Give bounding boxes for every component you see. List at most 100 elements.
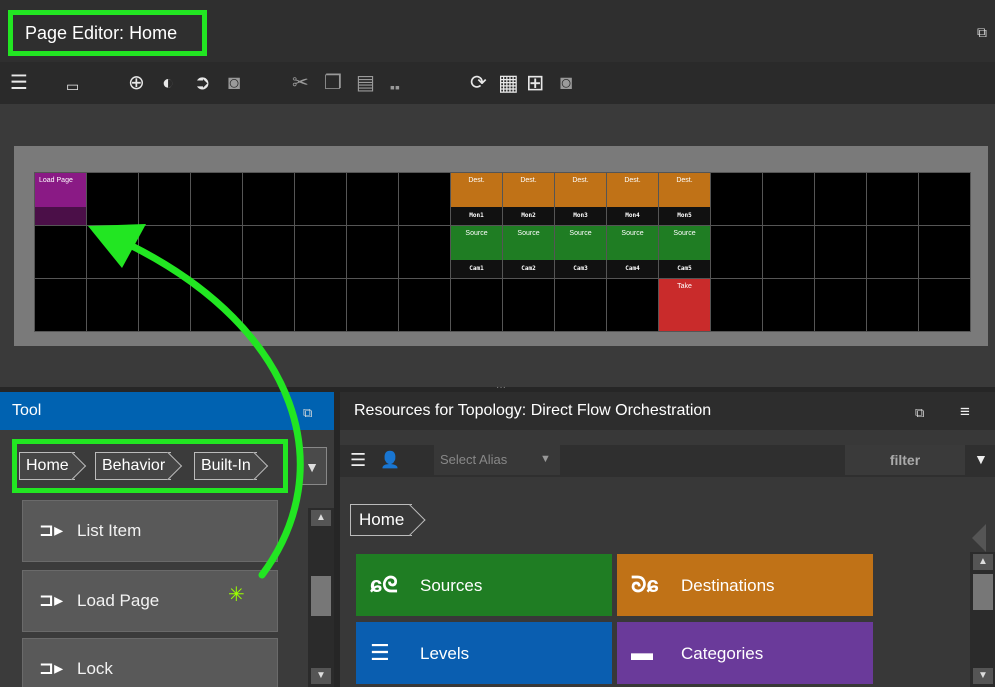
grid-cell-empty[interactable] (451, 279, 502, 331)
grid-cell-empty[interactable] (503, 279, 554, 331)
restore-window-icon[interactable]: ⧉ (977, 24, 987, 41)
grid-cell-empty[interactable] (139, 173, 190, 225)
alias-icon[interactable]: 👤 (380, 450, 400, 470)
grid-button-take[interactable]: Take (659, 279, 710, 331)
menu-icon[interactable]: ≡ (960, 402, 970, 422)
paste-icon[interactable]: ▤ (356, 72, 375, 94)
grid-cell-empty[interactable] (243, 173, 294, 225)
button-label: Take (677, 283, 692, 290)
grid-cell-empty[interactable] (35, 226, 86, 278)
list-view-icon[interactable]: ☰ (350, 450, 366, 471)
grid-cell-empty[interactable] (763, 279, 814, 331)
grid-cell-empty[interactable] (295, 279, 346, 331)
grid-cell-empty[interactable] (815, 173, 866, 225)
grid-cell-empty[interactable] (87, 226, 138, 278)
duplicate-icon[interactable]: ▪▪ (390, 76, 400, 98)
tile-sources[interactable]: ɕᘓ Sources (356, 554, 612, 616)
grid-cell-empty[interactable] (555, 279, 606, 331)
button-label: Dest. (676, 177, 693, 184)
grid-cell-empty[interactable] (139, 226, 190, 278)
grid-button-source[interactable]: Source Cam3 (555, 226, 606, 278)
filter-input[interactable]: filter (845, 445, 965, 475)
grid-cell-empty[interactable] (867, 279, 918, 331)
grid-button-dest[interactable]: Dest. Mon1 (451, 173, 502, 225)
breadcrumb-home[interactable]: Home (19, 452, 75, 480)
grid-button-source[interactable]: Source Cam1 (451, 226, 502, 278)
grid-button-dest[interactable]: Dest. Mon3 (555, 173, 606, 225)
restore-window-icon[interactable]: ⧉ (915, 405, 924, 421)
refresh-icon[interactable]: ⟳ (470, 72, 487, 94)
grid-cell-empty[interactable] (399, 173, 450, 225)
chevron-down-icon[interactable]: ▼ (540, 453, 551, 465)
grid-cell-empty[interactable] (919, 173, 970, 225)
add-icon[interactable]: ⊕ (128, 72, 145, 94)
grid-cell-empty[interactable] (763, 226, 814, 278)
script-icon[interactable]: ◙ (228, 72, 240, 94)
scroll-thumb[interactable] (973, 574, 993, 610)
grid-button-dest[interactable]: Dest. Mon4 (607, 173, 658, 225)
grid-cell-empty[interactable] (815, 279, 866, 331)
tile-categories[interactable]: ▬ Categories (617, 622, 873, 684)
grid-cell-empty[interactable] (347, 226, 398, 278)
grid-button-dest[interactable]: Dest. Mon2 (503, 173, 554, 225)
grid-cell-empty[interactable] (243, 279, 294, 331)
breadcrumb-behavior[interactable]: Behavior (95, 452, 172, 480)
tool-item-list-item[interactable]: ⊐▸ List Item (22, 500, 278, 562)
grid-cell-empty[interactable] (191, 279, 242, 331)
grid-cell-empty[interactable] (919, 226, 970, 278)
remove-icon[interactable]: ◐ (162, 72, 174, 94)
grid-cell-empty[interactable] (607, 279, 658, 331)
collapse-arrow-icon[interactable] (972, 524, 986, 552)
page-editor-title: Page Editor: Home (25, 23, 178, 43)
grid-cell-empty[interactable] (711, 279, 762, 331)
resources-scrollbar[interactable]: ▲ ▼ (970, 552, 995, 687)
grid-button-load-page[interactable]: Load Page (35, 173, 86, 225)
tool-scrollbar[interactable]: ▲ ▼ (308, 508, 334, 687)
scroll-down-icon[interactable]: ▼ (311, 668, 331, 684)
scroll-up-icon[interactable]: ▲ (973, 554, 993, 570)
grid-icon[interactable]: ▦ (498, 72, 519, 94)
grid-cell-empty[interactable] (35, 279, 86, 331)
grid-cell-empty[interactable] (347, 279, 398, 331)
list-view-icon[interactable]: ☰ (10, 72, 28, 94)
grid-cell-empty[interactable] (139, 279, 190, 331)
grid-cell-empty[interactable] (295, 173, 346, 225)
restore-window-icon[interactable]: ⧉ (303, 405, 312, 421)
grid-cell-empty[interactable] (919, 279, 970, 331)
breadcrumb-dropdown-icon[interactable]: ▼ (297, 447, 327, 485)
grid-cell-empty[interactable] (763, 173, 814, 225)
grid-outline-icon[interactable]: ⊞ (526, 72, 544, 94)
grid-cell-empty[interactable] (815, 226, 866, 278)
grid-cell-empty[interactable] (711, 173, 762, 225)
grid-button-source[interactable]: Source Cam5 (659, 226, 710, 278)
tile-levels[interactable]: ☰ Levels (356, 622, 612, 684)
keyboard-icon[interactable]: ▭ (66, 75, 79, 97)
script-icon[interactable]: ◙ (560, 72, 572, 94)
grid-button-source[interactable]: Source Cam4 (607, 226, 658, 278)
grid-cell-empty[interactable] (399, 279, 450, 331)
copy-icon[interactable]: ❐ (324, 72, 342, 94)
tool-item-lock[interactable]: ⊐▸ Lock (22, 638, 278, 687)
grid-cell-empty[interactable] (87, 173, 138, 225)
grid-cell-empty[interactable] (867, 173, 918, 225)
scroll-up-icon[interactable]: ▲ (311, 510, 331, 526)
grid-cell-empty[interactable] (399, 226, 450, 278)
grid-cell-empty[interactable] (243, 226, 294, 278)
tile-destinations[interactable]: ᘐɕ Destinations (617, 554, 873, 616)
grid-cell-empty[interactable] (867, 226, 918, 278)
scroll-thumb[interactable] (311, 576, 331, 616)
grid-cell-empty[interactable] (87, 279, 138, 331)
grid-button-source[interactable]: Source Cam2 (503, 226, 554, 278)
forward-icon[interactable]: ➲ (194, 72, 211, 94)
grid-cell-empty[interactable] (295, 226, 346, 278)
grid-cell-empty[interactable] (347, 173, 398, 225)
filter-icon[interactable]: ▼ (974, 451, 988, 467)
breadcrumb-built-in[interactable]: Built-In (194, 452, 257, 480)
grid-cell-empty[interactable] (191, 173, 242, 225)
grid-cell-empty[interactable] (191, 226, 242, 278)
scroll-down-icon[interactable]: ▼ (973, 668, 993, 684)
grid-cell-empty[interactable] (711, 226, 762, 278)
cut-icon[interactable]: ✂ (292, 72, 309, 94)
breadcrumb-home[interactable]: Home (350, 504, 413, 536)
grid-button-dest[interactable]: Dest. Mon5 (659, 173, 710, 225)
